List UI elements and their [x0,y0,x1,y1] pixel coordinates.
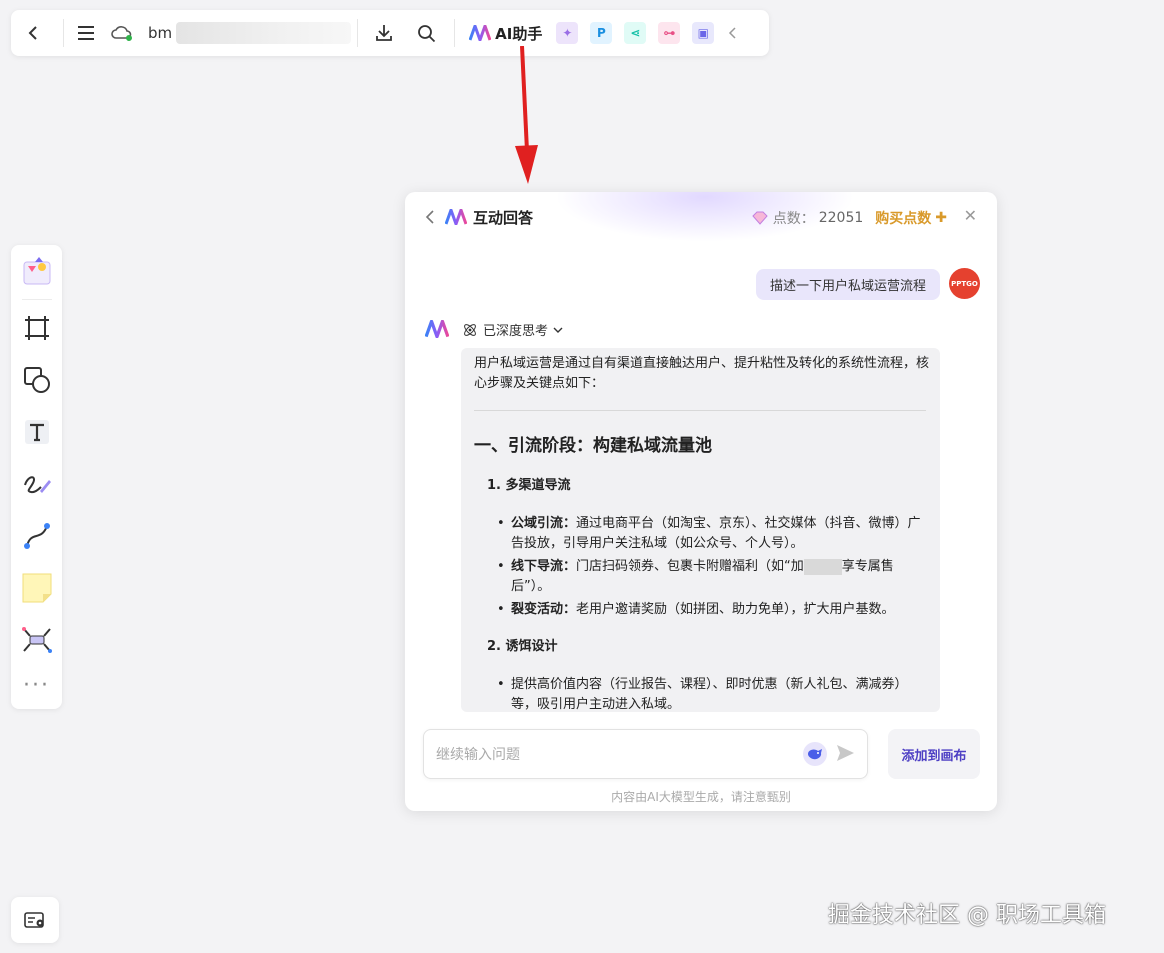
connector-tool[interactable] [11,510,62,562]
sticky-note-tool[interactable] [11,562,62,614]
deep-think-label: 已深度思考 [483,324,549,339]
share-app-icon[interactable]: ⋖ [624,22,647,44]
text-icon [24,420,49,444]
send-icon [837,745,854,761]
watermark-text: 掘金技术社区 @ 职场工具箱 [828,903,1106,928]
frame-tool[interactable] [11,302,62,354]
annotation-arrow-icon [515,46,538,184]
item-text: 提供高价值内容（行业报告、课程）、即时优惠（新人礼包、满减券）等，吸引用户主动进… [511,677,908,712]
frame-icon [24,316,49,340]
item-bold: 公域引流： [511,516,577,531]
pen-tool[interactable] [11,458,62,510]
connector-icon [23,523,50,549]
ai-assistant-label: AI助手 [495,24,543,43]
points-value: 22051 [818,210,864,226]
collapse-apps-button[interactable] [720,10,746,56]
chevron-down-icon [553,327,563,333]
search-icon [417,24,435,42]
cloud-sync-status [102,10,142,56]
template-tool[interactable] [11,245,62,297]
chevron-left-icon [425,210,434,224]
close-icon: ✕ [963,206,977,225]
ai-assistant-button[interactable]: AI助手 [461,23,550,44]
add-to-canvas-label: 添加到画布 [901,748,967,764]
top-toolbar: bm AI助手 ✦ P ⋖ ⊶ ▣ [11,10,769,56]
item-bold: 裂变活动： [511,602,577,617]
hamburger-icon [78,26,94,40]
item-text: 老用户邀请奖励（如拼团、助力免单），扩大用户基数。 [576,602,895,617]
sticky-note-icon [22,573,51,603]
app-shortcuts: ✦ P ⋖ ⊶ ▣ [550,22,720,44]
gem-icon [752,211,768,225]
question-input[interactable] [434,742,798,768]
left-toolbar: ··· [11,245,62,709]
redacted-text [803,558,842,575]
user-message-bubble: 描述一下用户私域运营流程 [756,269,941,300]
atom-icon [464,323,476,336]
menu-button[interactable] [70,10,102,56]
ai-avatar [424,319,450,342]
deep-think-button[interactable] [803,742,827,766]
answer-intro: 用户私域运营是通过自有渠道直接触达用户、提升粘性及转化的系统性流程，核心步骤及关… [474,356,930,391]
avatar-text: PPTGO [951,279,978,288]
section-title: 1. 多渠道导流 [487,478,571,493]
whale-icon [808,749,822,760]
buy-points-link[interactable]: 购买点数 [875,208,931,228]
ai-logo-icon [424,319,450,339]
mindmap-app-icon[interactable]: ⊶ [658,22,681,44]
ai-logo-icon [445,209,467,225]
file-name-text: bm [148,24,173,42]
question-input-box [423,729,868,779]
panel-back-button[interactable] [425,210,435,224]
p-app-icon[interactable]: P [590,22,613,44]
item-bold: 线下导流： [511,559,577,574]
list-item: 线下导流：门店扫码领券、包裹卡附赠福利（如“加享专属售后”）。 [497,557,921,597]
plus-icon: ✚ [935,210,947,226]
send-button[interactable] [835,743,855,767]
more-icon: ··· [23,673,50,698]
chevron-left-icon [729,27,736,39]
deep-think-toggle[interactable]: 已深度思考 [462,320,563,339]
chevron-left-icon [28,26,37,40]
close-panel-button[interactable]: ✕ [964,206,977,225]
file-name[interactable]: bm [148,22,352,44]
map-pin-icon [24,912,44,928]
file-name-redacted [176,22,352,44]
list-item: 公域引流：通过电商平台（如淘宝、京东）、社交媒体（抖音、微博）广告投放，引导用户… [497,514,921,554]
text-tool[interactable] [11,406,62,458]
shape-tool[interactable] [11,354,62,406]
points-label: 点数： [772,211,815,227]
add-to-canvas-button[interactable]: 添加到画布 [888,729,980,779]
panel-title: 互动回答 [473,208,534,227]
ai-answer-panel: 互动回答 点数： 22051 购买点数 ✚ ✕ 描述一下用户私域运营流程 PPT… [405,192,997,811]
ai-logo-icon [469,25,492,41]
answer-divider [474,410,926,411]
download-icon [376,25,393,41]
mindmap-icon [21,627,52,653]
minimap-button[interactable] [11,897,59,943]
mindmap-tool[interactable] [11,614,62,666]
shape-icon [23,367,50,393]
download-button[interactable] [364,10,404,56]
search-button[interactable] [404,10,448,56]
answer-heading: 一、引流阶段：构建私域流量池 [474,436,712,456]
user-avatar: PPTGO [949,268,980,299]
list-item: 提供高价值内容（行业报告、课程）、即时优惠（新人礼包、满减券）等，吸引用户主动进… [497,675,921,712]
list-item: 裂变活动：老用户邀请奖励（如拼团、助力免单），扩大用户基数。 [497,600,921,620]
ai-answer-content: 用户私域运营是通过自有渠道直接触达用户、提升粘性及转化的系统性流程，核心步骤及关… [461,348,940,712]
item-text: 门店扫码领券、包裹卡附赠福利（如“加 [576,559,804,574]
more-tools-button[interactable]: ··· [11,666,62,706]
ai-disclaimer: 内容由AI大模型生成，请注意甄别 [611,790,791,804]
image-ai-icon[interactable]: ✦ [556,22,579,44]
back-button[interactable] [11,10,57,56]
section-title: 2. 诱饵设计 [487,639,558,654]
points-display: 点数： 22051 购买点数 ✚ [751,208,947,228]
user-message-text: 描述一下用户私域运营流程 [770,279,927,294]
template-icon [23,257,50,285]
chat-app-icon[interactable]: ▣ [692,22,715,44]
pen-icon [23,476,51,494]
cloud-icon [111,26,132,41]
